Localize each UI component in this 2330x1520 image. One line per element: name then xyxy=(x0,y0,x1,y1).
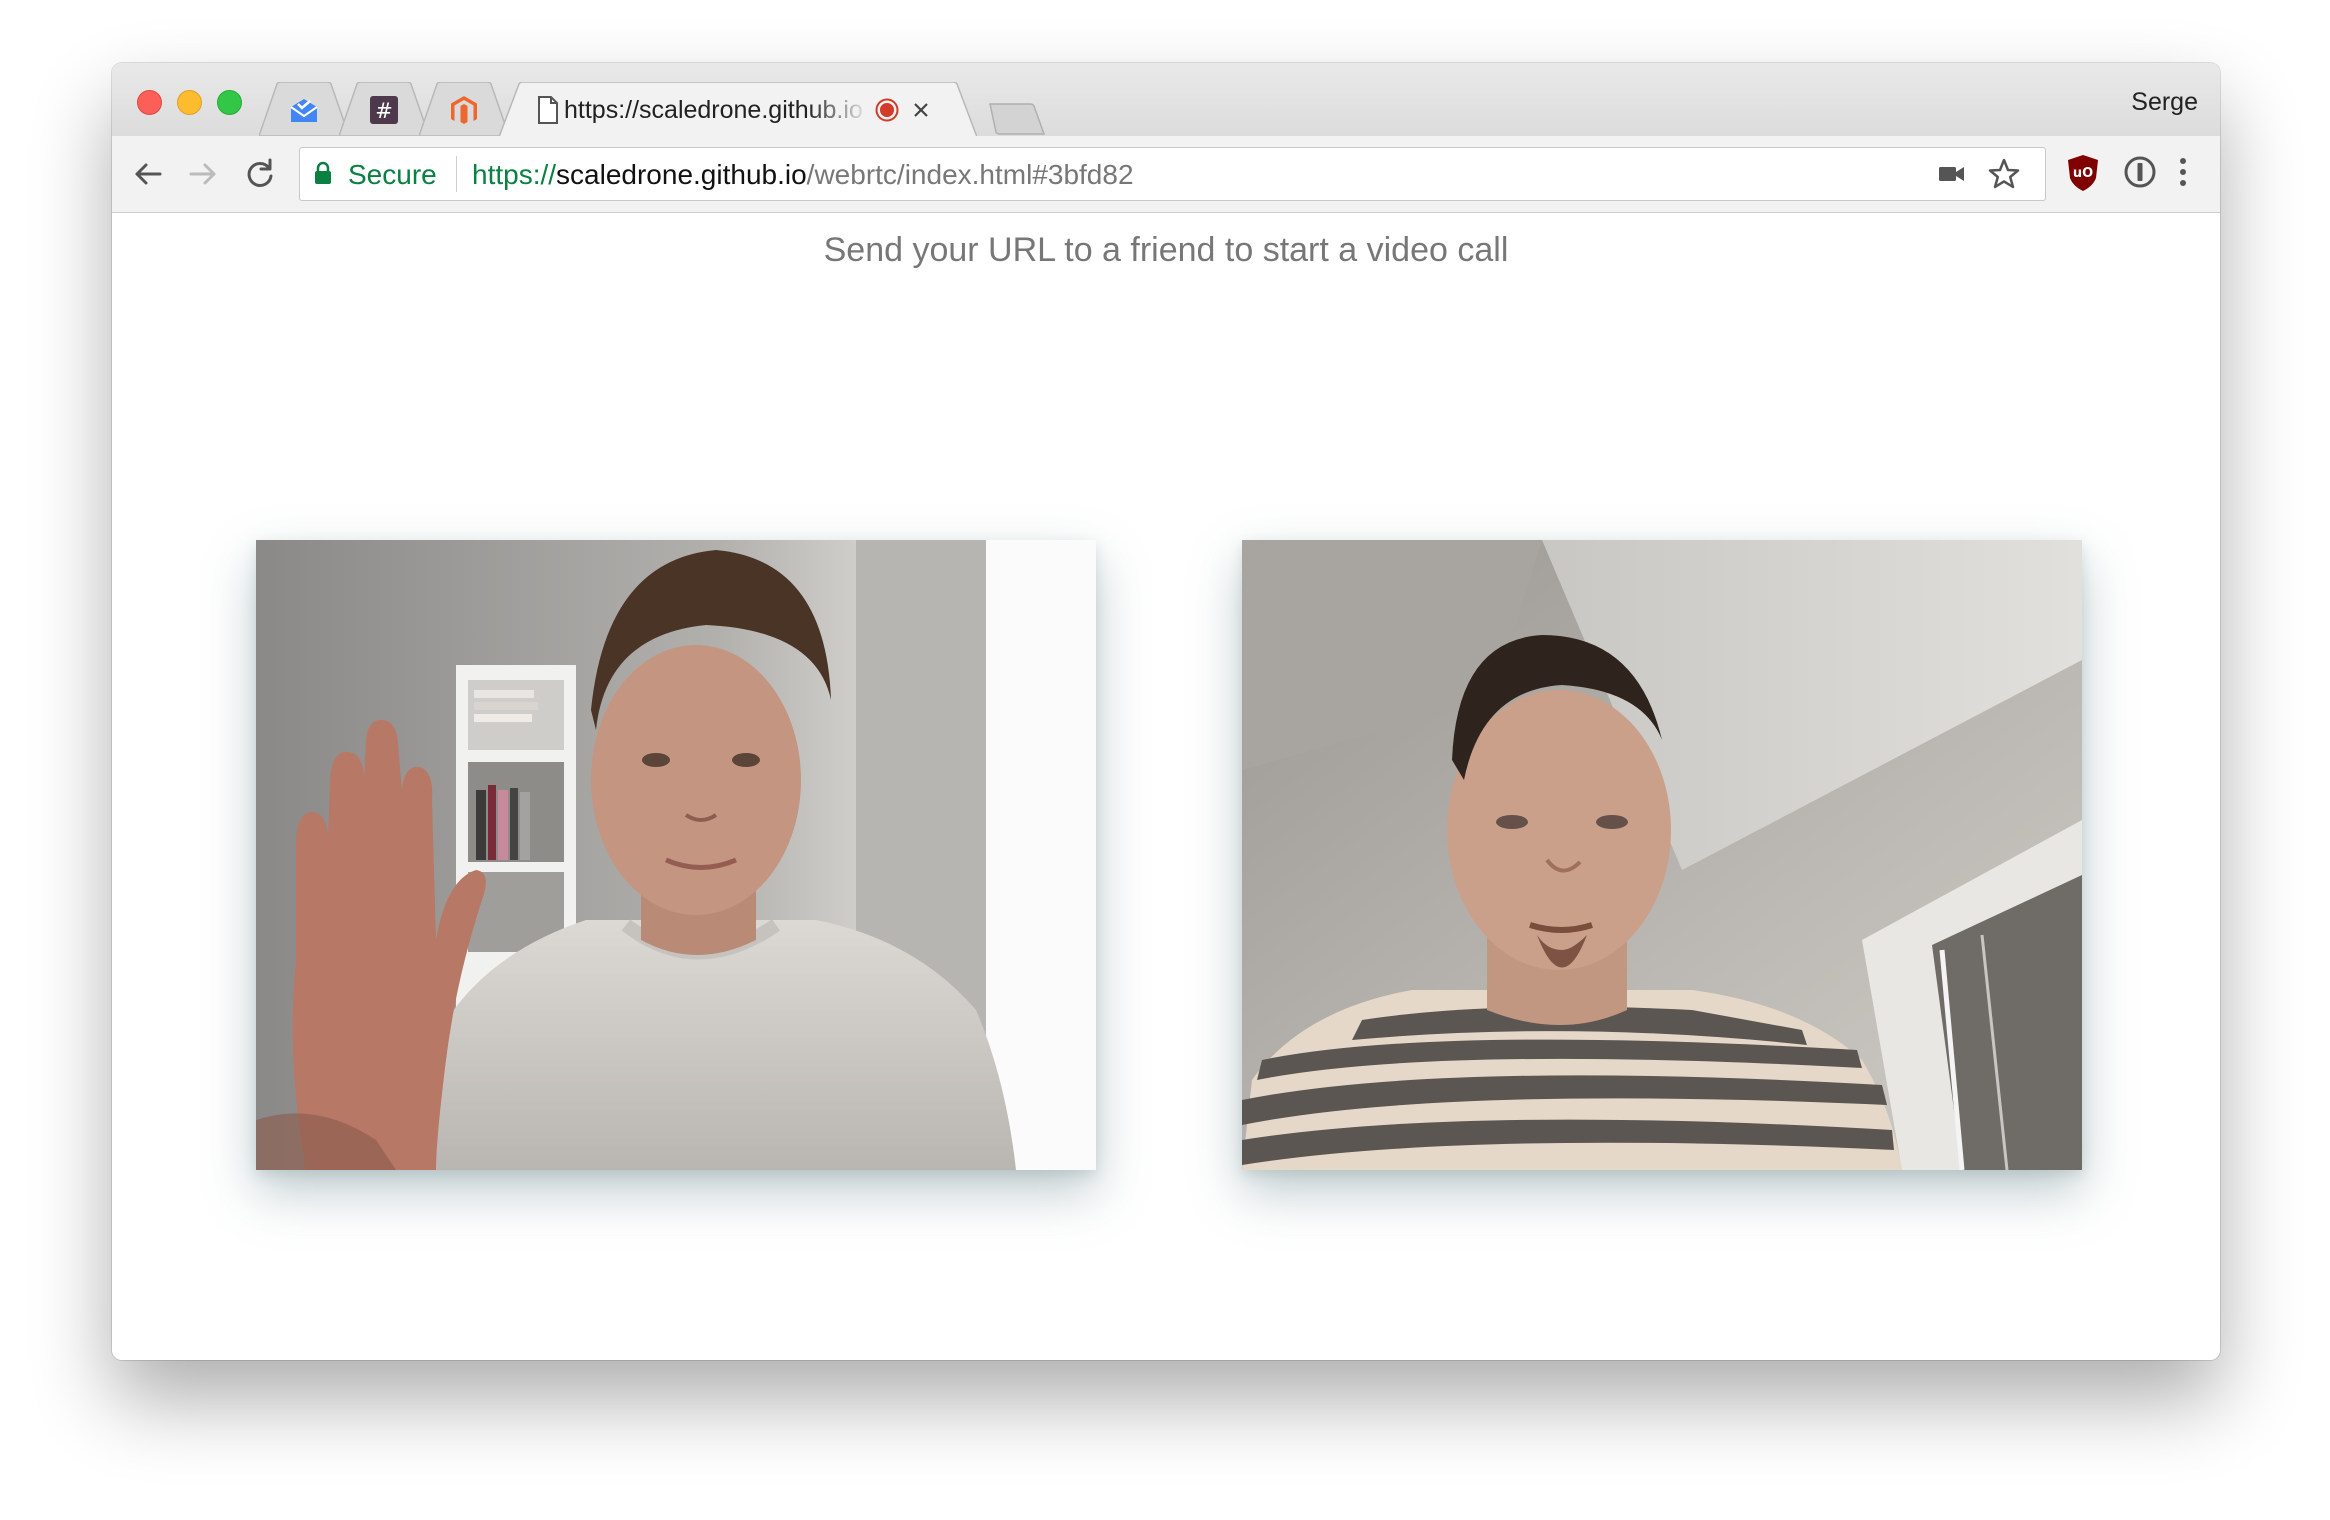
new-tab-button[interactable] xyxy=(980,103,1046,135)
omnibox-divider xyxy=(456,156,457,192)
page-heading: Send your URL to a friend to start a vid… xyxy=(823,231,1509,269)
url-host: scaledrone.github.io xyxy=(556,159,807,190)
url-path: /webrtc/index.html#3bfd82 xyxy=(806,159,1134,190)
browser-window: # https://scaledrone.github.io Serge Sec… xyxy=(112,63,2220,1360)
kebab-menu-icon[interactable] xyxy=(2175,154,2191,190)
tab-strip: # https://scaledrone.github.io Serge xyxy=(112,63,2220,137)
close-window-button[interactable] xyxy=(137,90,162,115)
close-tab-icon[interactable] xyxy=(912,101,930,119)
back-arrow-icon[interactable] xyxy=(130,156,166,192)
svg-text:uO: uO xyxy=(2073,166,2093,181)
url-scheme: https:// xyxy=(472,159,557,190)
remote-video[interactable] xyxy=(1242,540,2082,1170)
slack-hash-icon: # xyxy=(370,96,398,124)
camera-in-use-icon[interactable] xyxy=(1937,162,1967,186)
magento-logo-icon xyxy=(451,96,477,124)
svg-text:#: # xyxy=(375,99,393,123)
local-video[interactable] xyxy=(256,540,1096,1170)
address-bar[interactable]: Secure https://scaledrone.github.io/webr… xyxy=(299,147,2046,201)
tab-active[interactable]: https://scaledrone.github.io xyxy=(499,82,977,137)
video-feed-local xyxy=(256,540,1096,1170)
pinned-tab-slack[interactable]: # xyxy=(339,82,429,136)
ublock-shield-icon[interactable]: uO xyxy=(2065,153,2101,193)
zoom-window-button[interactable] xyxy=(217,90,242,115)
forward-arrow-icon[interactable] xyxy=(185,156,221,192)
minimize-window-button[interactable] xyxy=(177,90,202,115)
toolbar: Secure https://scaledrone.github.io/webr… xyxy=(112,136,2220,213)
onepassword-icon[interactable] xyxy=(2122,154,2158,190)
tab-title: https://scaledrone.github.io xyxy=(564,96,863,124)
page-content: Send your URL to a friend to start a vid… xyxy=(112,213,2220,1360)
profile-name[interactable]: Serge xyxy=(2131,88,2198,117)
security-label[interactable]: Secure xyxy=(348,159,437,191)
pinned-tab-magento[interactable] xyxy=(419,82,509,136)
lock-icon xyxy=(315,161,331,184)
url-text[interactable]: https://scaledrone.github.io/webrtc/inde… xyxy=(472,159,1134,191)
reload-icon[interactable] xyxy=(242,156,278,192)
recording-indicator-icon xyxy=(875,98,899,122)
inbox-envelope-icon xyxy=(290,99,318,122)
video-feed-remote xyxy=(1242,540,2082,1170)
bookmark-star-icon[interactable] xyxy=(1987,157,2021,191)
pinned-tab-inbox[interactable] xyxy=(259,82,349,136)
page-icon xyxy=(538,96,558,124)
